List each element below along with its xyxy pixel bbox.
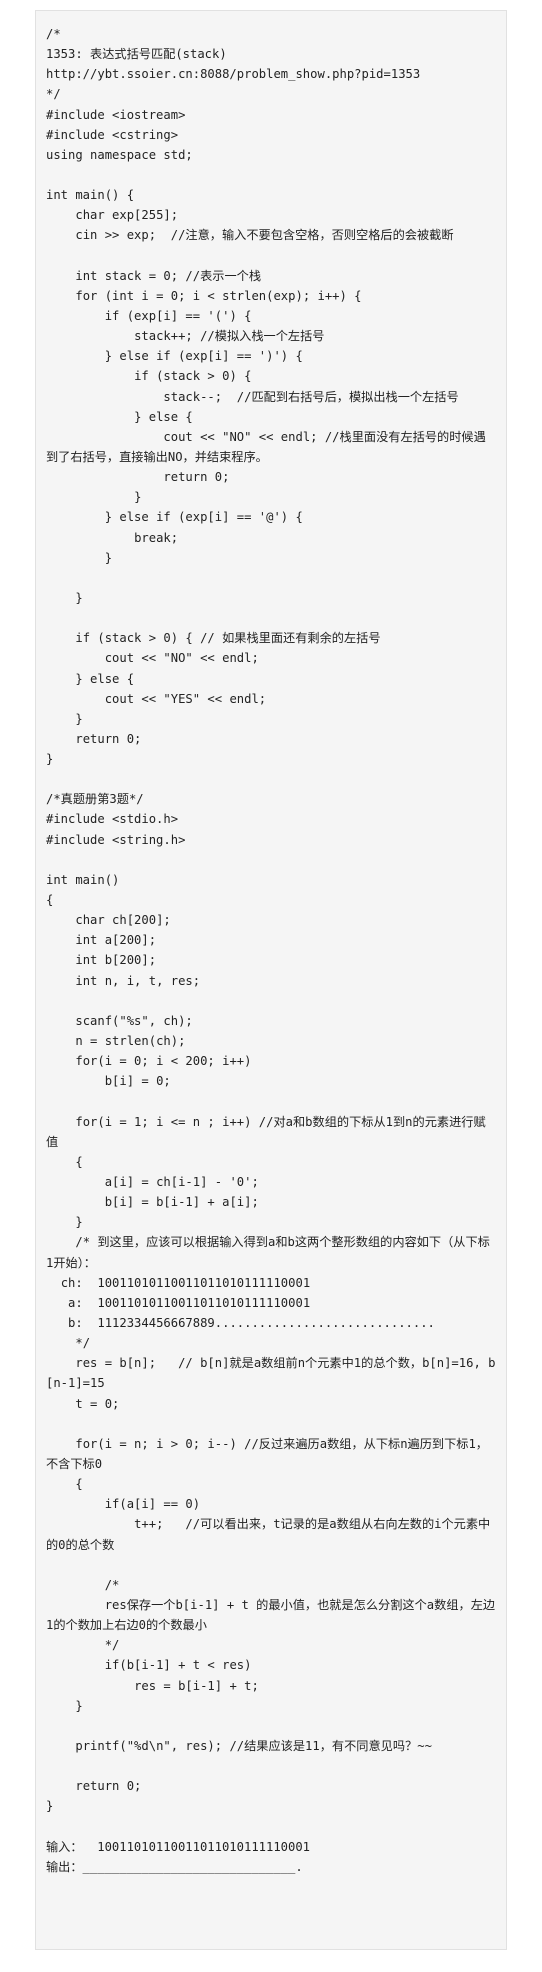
- code-line: cin >> exp; //注意，输入不要包含空格，否则空格后的会被截断: [46, 228, 454, 243]
- code-line: if(a[i] == 0): [46, 1497, 201, 1512]
- code-line: 1353: 表达式括号匹配(stack): [46, 47, 227, 62]
- code-line: char ch[200];: [46, 913, 171, 928]
- code-line: }: [46, 1799, 54, 1814]
- code-line: a: 10011010110011011010111110001: [46, 1295, 311, 1310]
- code-line: scanf("%s", ch);: [46, 1013, 193, 1028]
- code-line: stack++; //模拟入栈一个左括号: [46, 329, 325, 344]
- code-line: }: [46, 590, 83, 605]
- code-line: a[i] = ch[i-1] - '0';: [46, 1175, 259, 1190]
- code-line: cout << "NO" << endl; //栈里面没有左括号的时候遇到了右括…: [46, 429, 486, 464]
- code-line: #include <iostream>: [46, 107, 186, 122]
- code-line: if (stack > 0) { // 如果栈里面还有剩余的左括号: [46, 631, 381, 646]
- code-line: res保存一个b[i-1] + t 的最小值，也就是怎么分割这个a数组，左边1的…: [46, 1597, 496, 1633]
- code-line: res = b[n]; // b[n]就是a数组前n个元素中1的总个数，b[n]…: [46, 1356, 496, 1391]
- code-line: t = 0;: [46, 1396, 120, 1411]
- code-line: }: [46, 1698, 83, 1713]
- code-line: int a[200];: [46, 933, 157, 948]
- code-line: }: [46, 550, 113, 565]
- code-line: }: [46, 711, 83, 726]
- code-line: {: [46, 893, 54, 908]
- code-line: int b[200];: [46, 953, 157, 968]
- code-line: } else {: [46, 409, 193, 424]
- code-line: for(i = n; i > 0; i--) //反过来遍历a数组，从下标n遍历…: [46, 1436, 488, 1471]
- code-line: /*: [46, 27, 61, 41]
- code-line: stack--; //匹配到右括号后，模拟出栈一个左括号: [46, 389, 459, 404]
- code-line: int n, i, t, res;: [46, 973, 201, 988]
- code-line: 输出：_____________________________.: [46, 1859, 303, 1874]
- code-line: */: [46, 87, 61, 102]
- code-line: /*真题册第3题*/: [46, 792, 144, 807]
- code-line: } else if (exp[i] == '@') {: [46, 510, 303, 525]
- code-line: int main(): [46, 872, 120, 887]
- code-line: */: [46, 1336, 91, 1351]
- code-line: b[i] = 0;: [46, 1074, 171, 1089]
- code-line: using namespace std;: [46, 147, 193, 162]
- code-line: res = b[i-1] + t;: [46, 1678, 259, 1693]
- code-line: int main() {: [46, 188, 135, 203]
- code-line: printf("%d\n", res); //结果应该是11，有不同意见吗？~~: [46, 1738, 432, 1753]
- code-line: #include <stdio.h>: [46, 812, 179, 827]
- code-line: for (int i = 0; i < strlen(exp); i++) {: [46, 288, 362, 303]
- code-line: {: [46, 1154, 83, 1169]
- code-line: #include <cstring>: [46, 127, 179, 142]
- code-line: return 0;: [46, 470, 230, 485]
- code-line: b[i] = b[i-1] + a[i];: [46, 1195, 259, 1210]
- code-line: char exp[255];: [46, 208, 179, 223]
- code-line: /* 到这里，应该可以根据输入得到a和b这两个整形数组的内容如下（从下标1开始）…: [46, 1235, 490, 1270]
- code-line: cout << "YES" << endl;: [46, 691, 267, 706]
- code-line: b: 1112334456667889.....................…: [46, 1316, 435, 1330]
- code-line: cout << "NO" << endl;: [46, 651, 259, 666]
- code-line: }: [46, 752, 54, 767]
- code-block: /* 1353: 表达式括号匹配(stack) http://ybt.ssoie…: [35, 10, 507, 1950]
- code-line: {: [46, 1477, 83, 1492]
- code-line: http://ybt.ssoier.cn:8088/problem_show.p…: [46, 67, 421, 82]
- code-line: } else if (exp[i] == ')') {: [46, 349, 303, 364]
- code-line: 输入： 10011010110011011010111110001: [46, 1839, 311, 1854]
- code-line: n = strlen(ch);: [46, 1034, 186, 1049]
- code-line: if(b[i-1] + t < res): [46, 1658, 252, 1673]
- code-line: }: [46, 490, 142, 505]
- code-line: */: [46, 1638, 120, 1653]
- code-line: if (exp[i] == '(') {: [46, 308, 252, 323]
- code-line: ch: 10011010110011011010111110001: [46, 1275, 311, 1290]
- code-line: if (stack > 0) {: [46, 369, 252, 384]
- code-line: break;: [46, 530, 179, 545]
- code-line: return 0;: [46, 1779, 142, 1794]
- code-line: }: [46, 1215, 83, 1230]
- code-line: /*: [46, 1577, 120, 1592]
- code-text: /* 1353: 表达式括号匹配(stack) http://ybt.ssoie…: [46, 24, 496, 1877]
- code-line: } else {: [46, 671, 135, 686]
- code-line: int stack = 0; //表示一个栈: [46, 268, 262, 283]
- code-line: return 0;: [46, 731, 142, 746]
- code-line: t++; //可以看出来，t记录的是a数组从右向左数的i个元素中的0的总个数: [46, 1517, 491, 1552]
- code-line: for(i = 1; i <= n ; i++) //对a和b数组的下标从1到n…: [46, 1114, 486, 1149]
- code-line: for(i = 0; i < 200; i++): [46, 1054, 252, 1069]
- code-line: #include <string.h>: [46, 832, 186, 847]
